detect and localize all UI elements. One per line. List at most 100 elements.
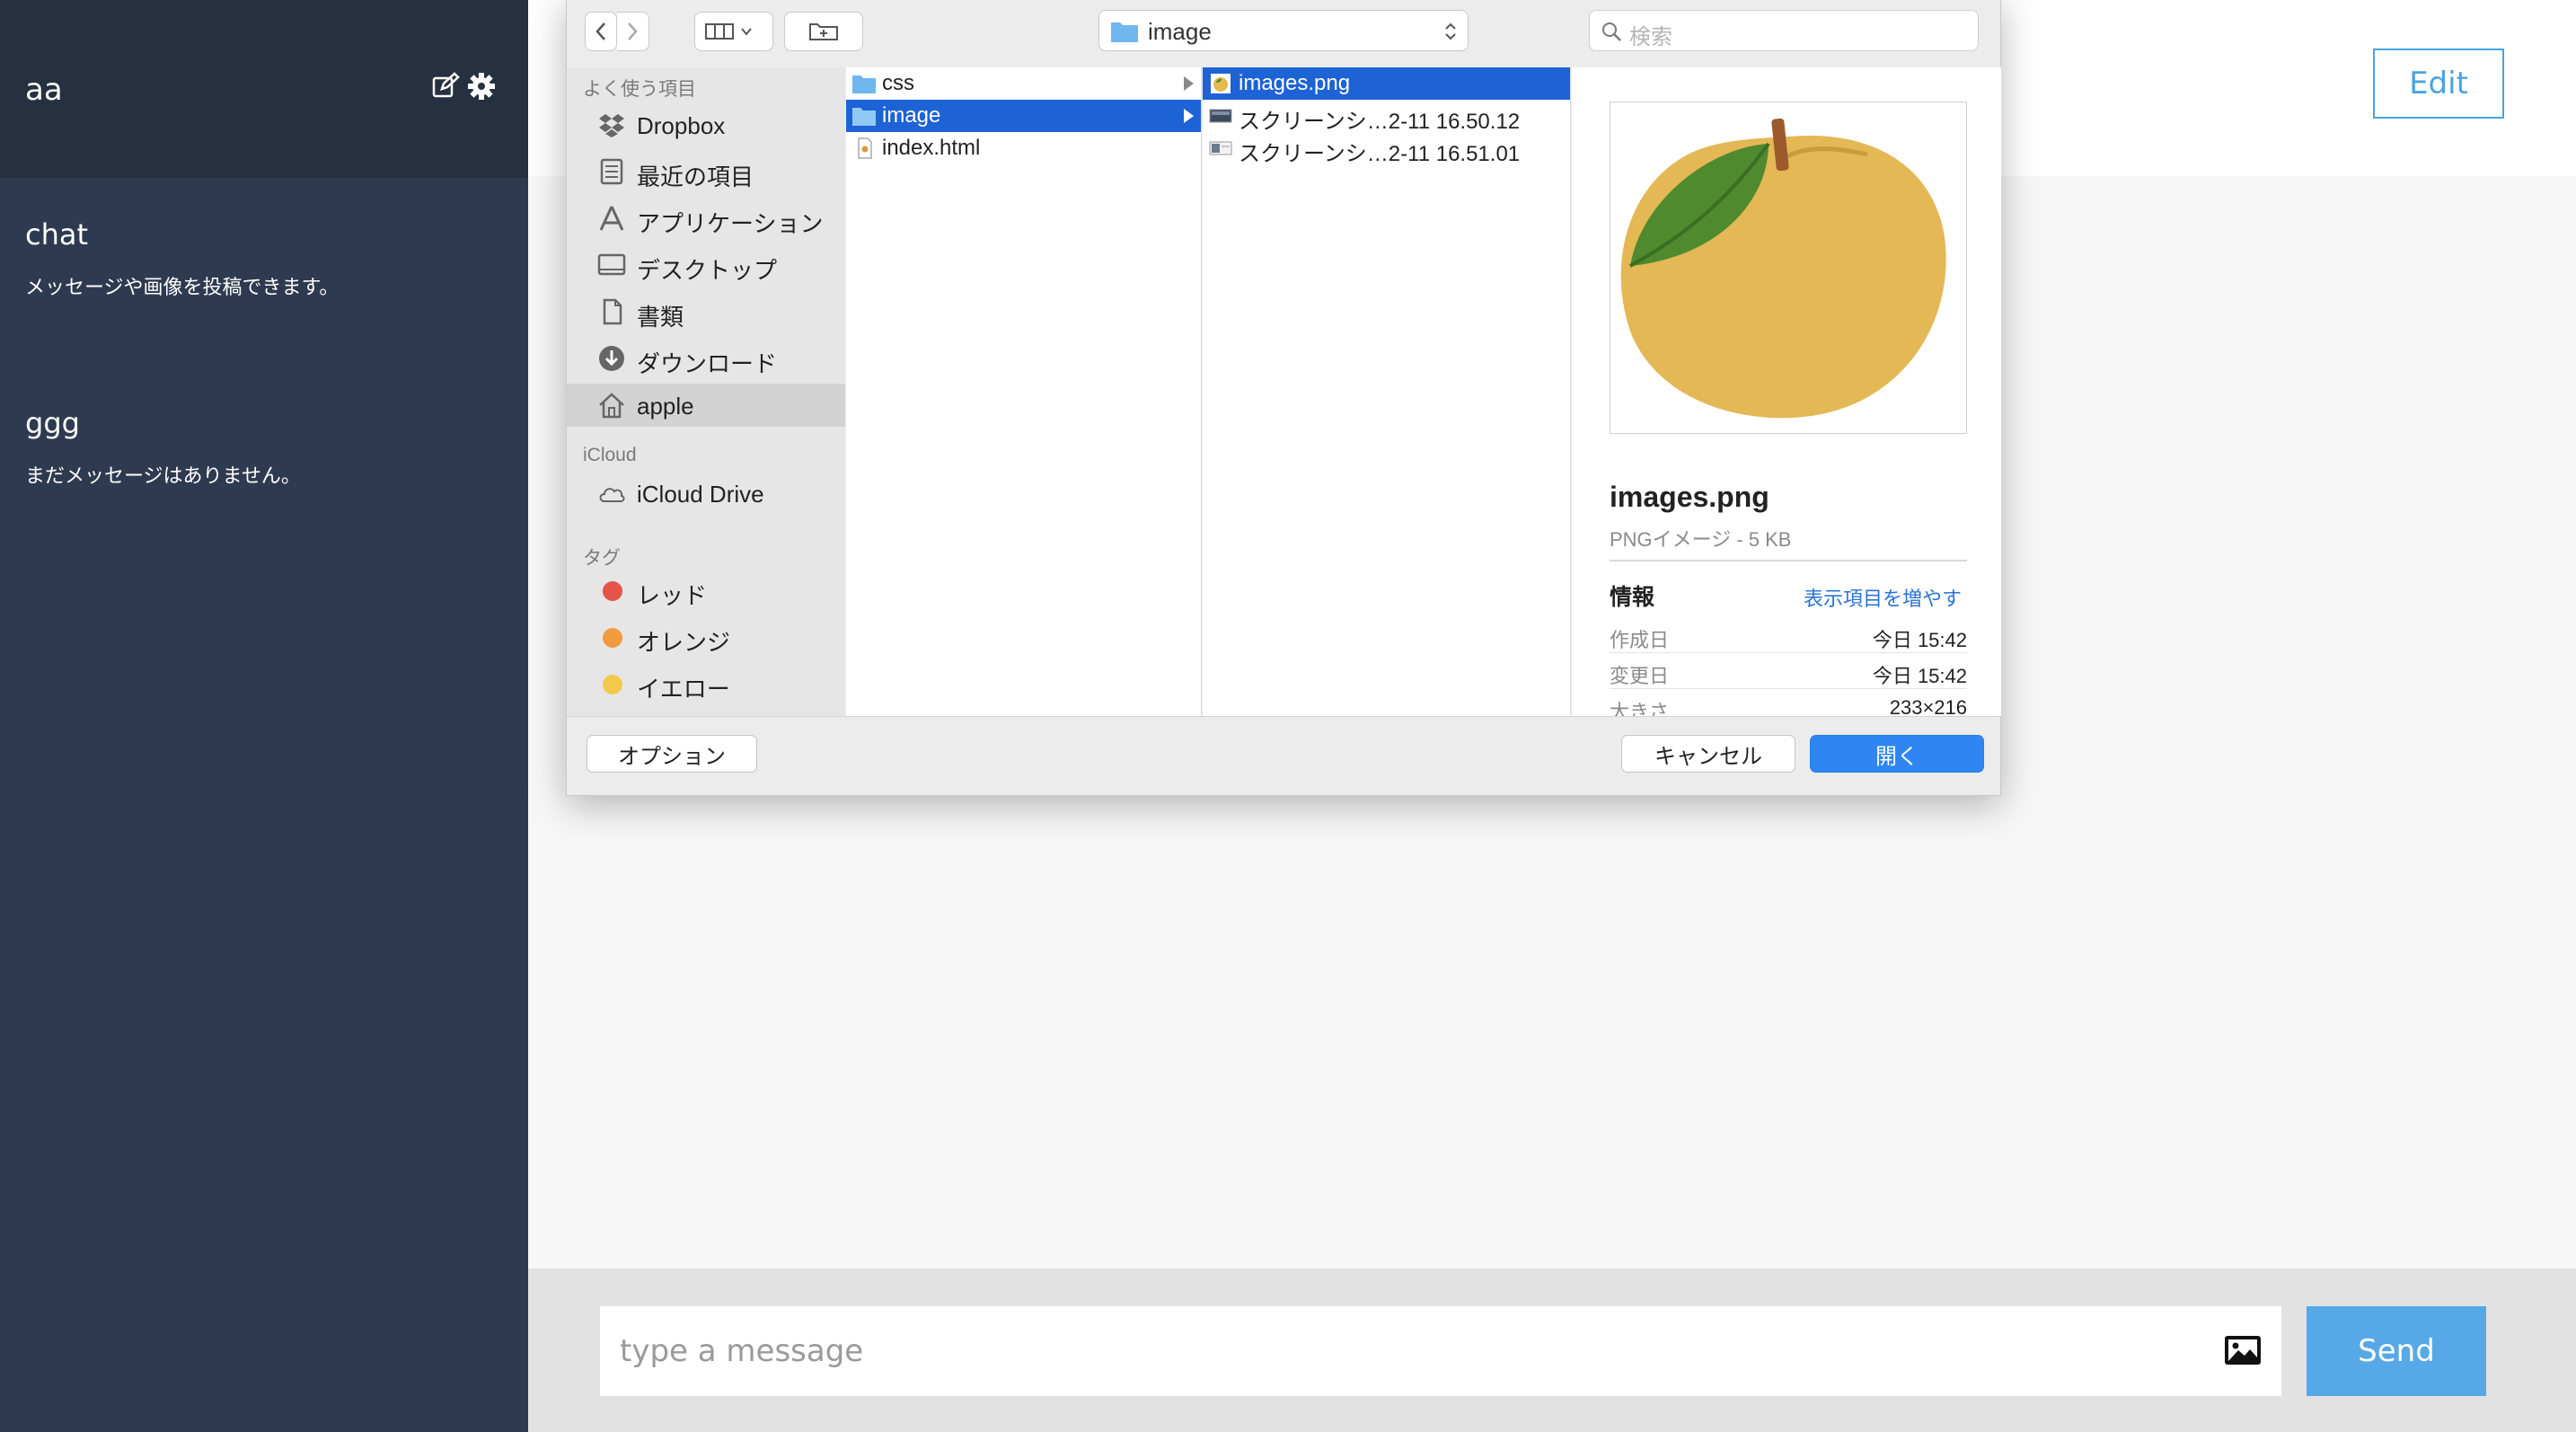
updown-chevron-icon — [1445, 22, 1456, 40]
cancel-button[interactable]: キャンセル — [1621, 735, 1795, 773]
info-row-modified: 変更日 今日 15:42 — [1610, 653, 1967, 689]
sidebar-item-label: レッド — [637, 582, 708, 609]
file-name: images.png — [1239, 71, 1351, 95]
file-name: index.html — [882, 136, 981, 160]
tag-red-icon — [603, 581, 622, 601]
pear-image — [1620, 118, 1946, 419]
sidebar-item-label: アプリケーション — [637, 210, 824, 237]
sidebar-item-label: iCloud Drive — [637, 481, 764, 508]
image-upload-icon[interactable] — [2224, 1335, 2262, 1366]
file-row-screenshot-1[interactable]: スクリーンシ…2-11 16.50.12 — [1203, 100, 1570, 134]
sidebar-item-label: オレンジ — [637, 629, 731, 656]
screenshot-file-icon — [1209, 141, 1232, 155]
sidebar-item-desktop[interactable]: デスクトップ — [567, 243, 845, 287]
show-more-link[interactable]: 表示項目を増やす — [1804, 583, 1962, 612]
search-icon — [1602, 22, 1621, 41]
room-last-message: メッセージや画像を投稿できます。 — [25, 277, 340, 299]
sidebar-item-tag-yellow[interactable]: イエロー — [567, 662, 845, 705]
dropbox-icon — [599, 114, 624, 137]
sidebar-item-label: Dropbox — [637, 112, 726, 139]
dialog-sidebar: よく使う項目 Dropbox 最近の項目 アプリケーション デスクトップ 書類 … — [567, 67, 845, 716]
room-item-chat[interactable]: chat メッセージや画像を投稿できます。 — [25, 217, 510, 300]
desktop-icon — [597, 253, 626, 276]
tag-orange-icon — [603, 628, 622, 648]
tags-section-title: タグ — [583, 548, 621, 569]
sidebar-item-documents[interactable]: 書類 — [567, 290, 845, 333]
tag-yellow-icon — [603, 675, 622, 694]
divider — [1610, 560, 1967, 561]
edit-icon[interactable] — [431, 72, 460, 101]
info-key: 作成日 — [1610, 629, 1670, 651]
chevron-left-icon — [595, 22, 605, 40]
view-mode-button[interactable] — [694, 12, 773, 51]
dialog-button-bar: オプション キャンセル 開く — [567, 716, 2000, 795]
sidebar-item-dropbox[interactable]: Dropbox — [567, 103, 845, 146]
info-key: 変更日 — [1610, 665, 1670, 687]
home-icon — [599, 393, 624, 419]
recents-icon — [600, 158, 623, 185]
info-row-dimensions: 大きさ 233×216 — [1610, 689, 1967, 716]
columns-view-icon — [705, 23, 752, 40]
sidebar-item-icloud-drive[interactable]: iCloud Drive — [567, 472, 845, 515]
open-button[interactable]: 開く — [1810, 735, 1984, 773]
message-input[interactable] — [600, 1306, 2281, 1396]
file-name: image — [882, 103, 941, 128]
info-value: 今日 15:42 — [1872, 665, 1967, 687]
file-row-images-png[interactable]: images.png — [1203, 67, 1570, 100]
folder-icon — [1111, 22, 1138, 42]
new-folder-button[interactable] — [784, 12, 863, 51]
file-name: css — [882, 71, 914, 95]
edit-room-button[interactable]: Edit — [2373, 49, 2504, 119]
folder-icon — [852, 75, 876, 93]
file-row-screenshot-2[interactable]: スクリーンシ…2-11 16.51.01 — [1203, 132, 1570, 166]
search-field[interactable]: 検索 — [1589, 10, 1979, 51]
sidebar: aa chat メッセージや画像を投稿できます。 ggg まだメッセージはありま… — [0, 0, 528, 1432]
file-row-image[interactable]: image — [846, 100, 1201, 132]
forward-button[interactable] — [617, 12, 649, 51]
sidebar-item-applications[interactable]: アプリケーション — [567, 197, 845, 240]
cloud-icon — [599, 488, 625, 502]
location-popup[interactable]: image — [1098, 10, 1469, 51]
sidebar-item-tag-orange[interactable]: オレンジ — [567, 615, 845, 659]
preview-image — [1610, 102, 1967, 434]
applications-icon — [599, 206, 624, 231]
chevron-right-icon — [628, 22, 638, 40]
gear-icon[interactable] — [467, 72, 496, 101]
options-button[interactable]: オプション — [587, 735, 757, 773]
back-button[interactable] — [585, 12, 617, 51]
file-name: スクリーンシ…2-11 16.51.01 — [1239, 142, 1521, 166]
sidebar-item-recents[interactable]: 最近の項目 — [567, 150, 845, 193]
documents-icon — [603, 298, 622, 325]
disclosure-arrow-icon — [1184, 76, 1194, 91]
disclosure-arrow-icon — [1184, 109, 1194, 123]
user-name: aa — [25, 72, 63, 108]
info-value: 今日 15:42 — [1872, 629, 1967, 651]
file-row-index-html[interactable]: index.html — [846, 132, 1201, 164]
browser-column-1: css image index.html — [846, 67, 1202, 716]
info-key: 大きさ — [1610, 701, 1670, 716]
sidebar-item-tag-red[interactable]: レッド — [567, 569, 845, 612]
icloud-section-title: iCloud — [583, 445, 637, 465]
preview-pane: images.png PNGイメージ - 5 KB 情報 表示項目を増やす 作成… — [1572, 67, 2001, 716]
sidebar-item-label: 書類 — [637, 304, 684, 331]
sidebar-item-label: デスクトップ — [637, 257, 778, 284]
sidebar-item-label: ダウンロード — [637, 350, 778, 377]
file-row-css[interactable]: css — [846, 67, 1201, 100]
send-button[interactable]: Send — [2307, 1306, 2486, 1396]
screenshot-file-icon — [1209, 109, 1232, 123]
user-panel: aa — [0, 0, 528, 178]
info-row-created: 作成日 今日 15:42 — [1610, 617, 1967, 653]
html-file-icon — [858, 137, 872, 159]
location-label: image — [1148, 18, 1212, 45]
room-last-message: まだメッセージはありません。 — [25, 465, 301, 488]
sidebar-item-downloads[interactable]: ダウンロード — [567, 337, 845, 380]
preview-file-kind: PNGイメージ - 5 KB — [1610, 528, 1792, 551]
sidebar-item-label: 最近の項目 — [637, 164, 754, 190]
folder-icon — [852, 108, 876, 126]
sidebar-item-home[interactable]: apple — [567, 384, 845, 427]
info-title: 情報 — [1610, 585, 1655, 610]
search-placeholder: 検索 — [1629, 25, 1672, 49]
room-item-ggg[interactable]: ggg まだメッセージはありません。 — [25, 406, 510, 489]
sidebar-item-label: apple — [637, 393, 694, 420]
info-value: 233×216 — [1889, 696, 1967, 716]
